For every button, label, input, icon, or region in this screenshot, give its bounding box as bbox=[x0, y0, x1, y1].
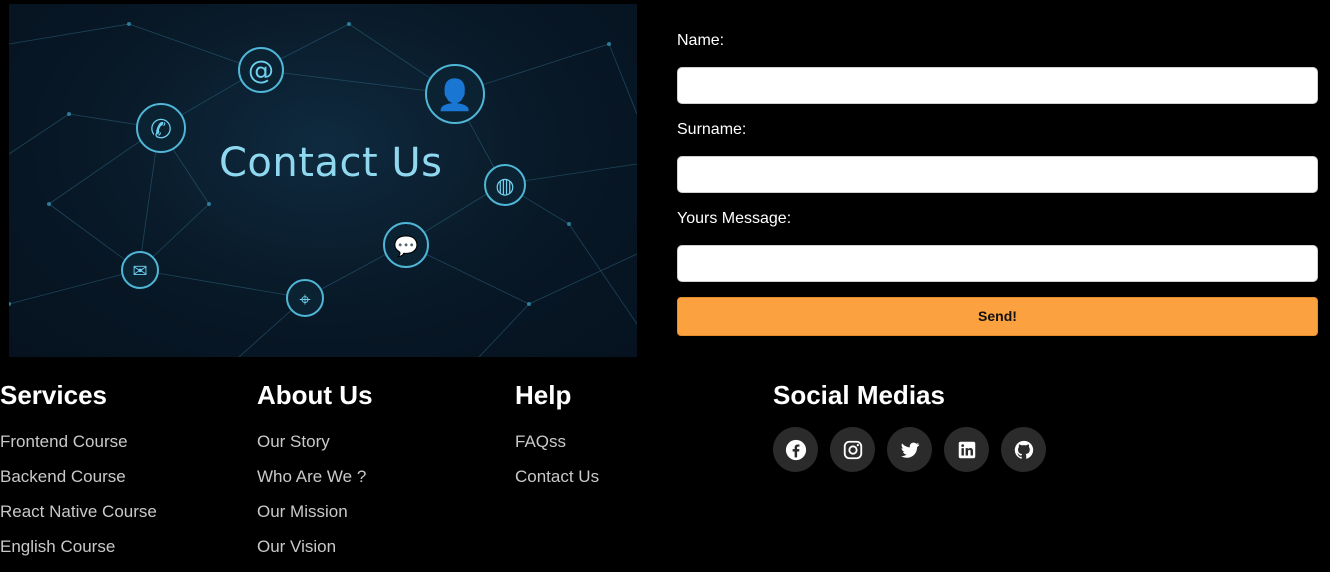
name-input[interactable] bbox=[677, 67, 1318, 104]
facebook-icon bbox=[785, 439, 806, 460]
github-icon bbox=[1014, 440, 1033, 459]
message-label: Yours Message: bbox=[677, 210, 792, 227]
svg-text:✆: ✆ bbox=[150, 115, 172, 145]
github-button[interactable] bbox=[1001, 427, 1046, 472]
help-title: Help bbox=[515, 380, 572, 410]
footer-link-faqs[interactable]: FAQss bbox=[515, 432, 599, 467]
footer-link-backend-course[interactable]: Backend Course bbox=[0, 467, 157, 502]
footer-link-react-native-course[interactable]: React Native Course bbox=[0, 502, 157, 537]
services-title: Services bbox=[0, 380, 107, 410]
svg-text:◍: ◍ bbox=[495, 174, 514, 199]
surname-label: Surname: bbox=[677, 121, 747, 138]
twitter-icon bbox=[900, 442, 919, 458]
svg-text:💬: 💬 bbox=[394, 234, 419, 258]
message-input[interactable] bbox=[677, 245, 1318, 282]
svg-text:✉: ✉ bbox=[132, 261, 147, 282]
footer-services: Services Frontend Course Backend Course … bbox=[0, 376, 157, 572]
instagram-button[interactable] bbox=[830, 427, 875, 472]
linkedin-icon bbox=[958, 441, 975, 458]
svg-text:👤: 👤 bbox=[436, 77, 473, 113]
svg-text:⌖: ⌖ bbox=[299, 287, 310, 311]
footer-social: Social Medias bbox=[773, 376, 1046, 472]
footer-link-our-mission[interactable]: Our Mission bbox=[257, 502, 373, 537]
twitter-button[interactable] bbox=[887, 427, 932, 472]
footer-link-our-story[interactable]: Our Story bbox=[257, 432, 373, 467]
facebook-button[interactable] bbox=[773, 427, 818, 472]
name-label: Name: bbox=[677, 32, 725, 49]
linkedin-button[interactable] bbox=[944, 427, 989, 472]
footer-link-english-course[interactable]: English Course bbox=[0, 537, 157, 572]
footer-link-our-vision[interactable]: Our Vision bbox=[257, 537, 373, 572]
social-icons bbox=[773, 427, 1046, 472]
social-title: Social Medias bbox=[773, 380, 945, 410]
footer-help: Help FAQss Contact Us bbox=[515, 376, 599, 502]
footer-link-frontend-course[interactable]: Frontend Course bbox=[0, 432, 157, 467]
svg-text:@: @ bbox=[248, 56, 274, 86]
surname-input[interactable] bbox=[677, 156, 1318, 193]
send-button[interactable]: Send! bbox=[677, 297, 1318, 336]
footer-link-contact-us[interactable]: Contact Us bbox=[515, 467, 599, 502]
about-title: About Us bbox=[257, 380, 373, 410]
footer-link-who-are-we[interactable]: Who Are We ? bbox=[257, 467, 373, 502]
contact-us-image: @ ✆ 👤 ◍ 💬 ✉ ⌖ Contact Us bbox=[9, 4, 637, 357]
footer-about: About Us Our Story Who Are We ? Our Miss… bbox=[257, 376, 373, 572]
instagram-icon bbox=[843, 440, 862, 459]
hero-title: Contact Us bbox=[219, 140, 443, 186]
